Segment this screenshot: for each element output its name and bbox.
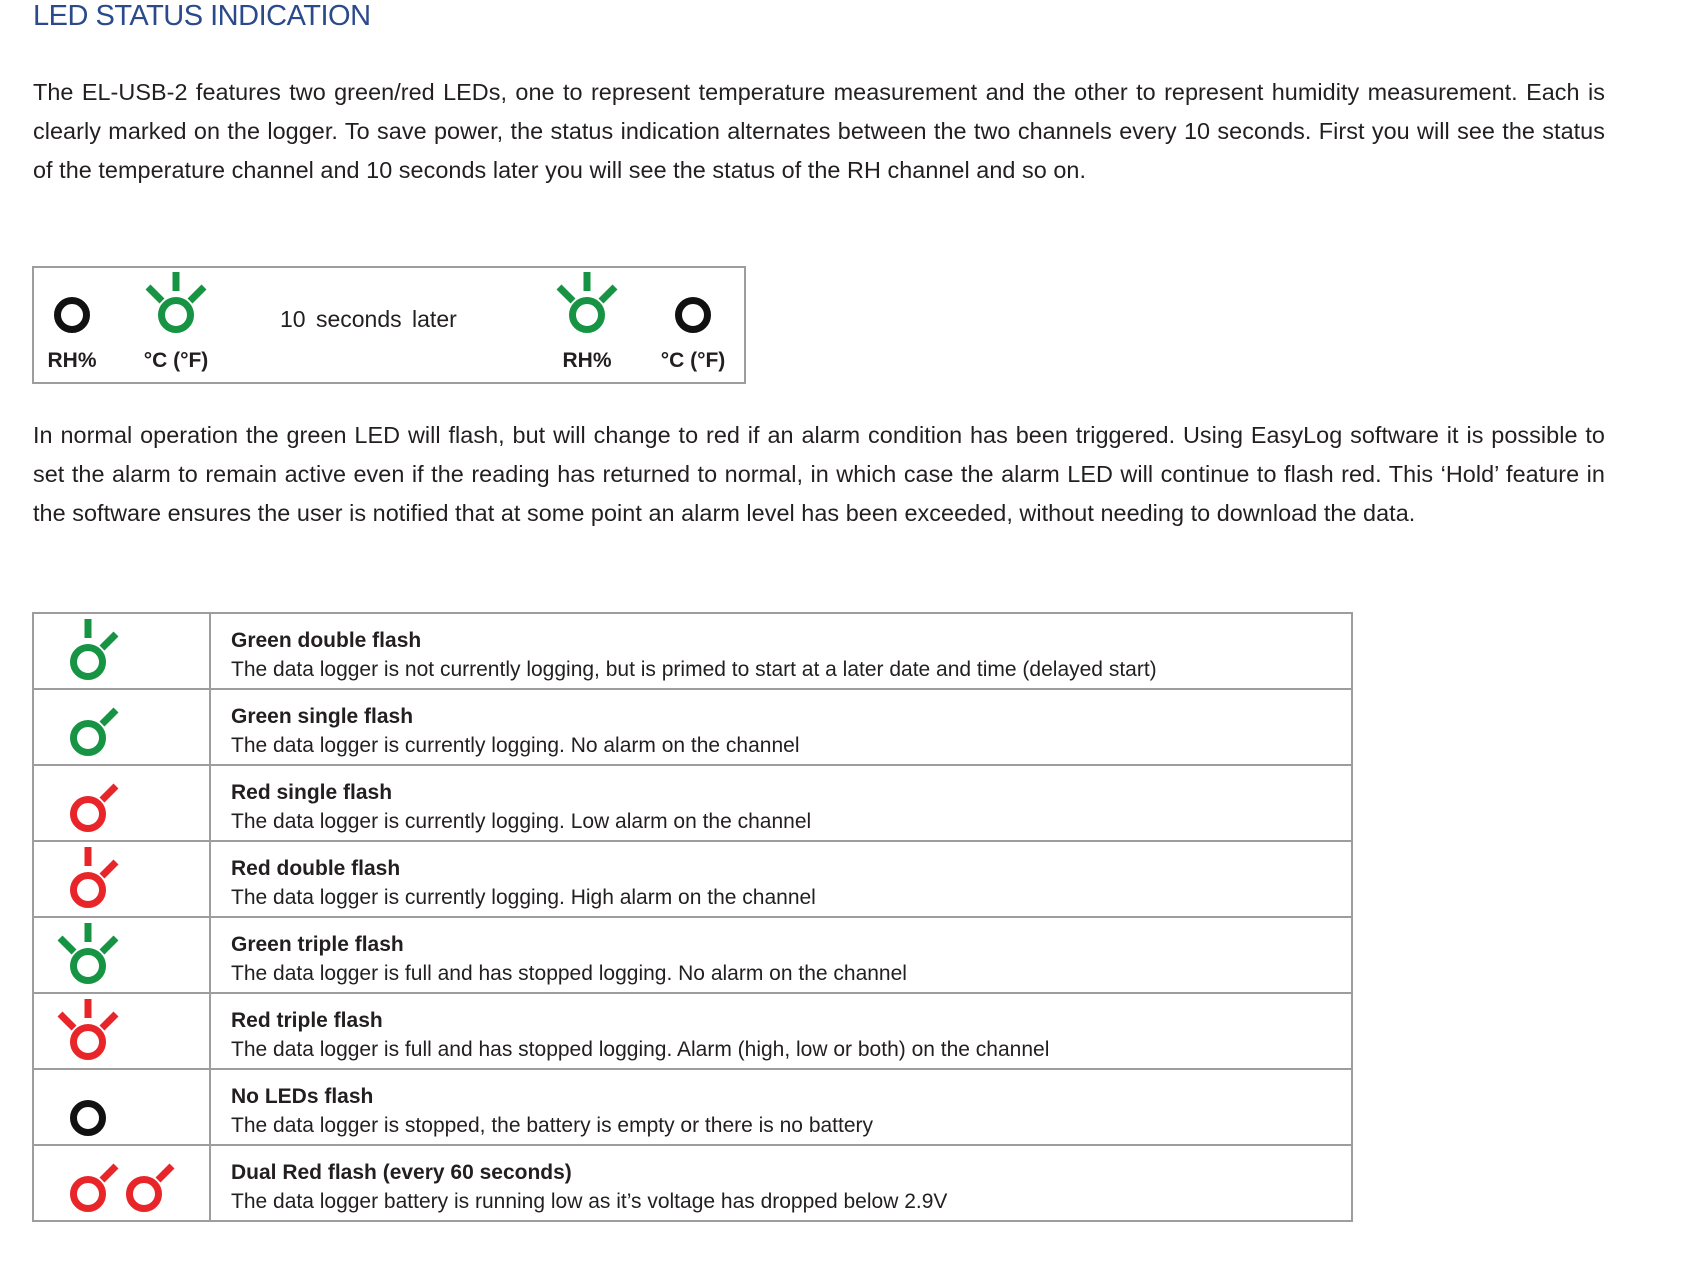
led-flash-icon bbox=[556, 272, 618, 333]
description-cell: Red single flash The data logger is curre… bbox=[209, 764, 1353, 842]
led-ray bbox=[99, 783, 119, 803]
led-off-icon bbox=[54, 297, 90, 333]
status-description: The data logger is not currently logging… bbox=[231, 658, 1157, 681]
led-alternation-diagram: RH% °C (°F) 10 seconds later RH% °C (°F) bbox=[32, 266, 746, 384]
status-title: Red triple flash bbox=[231, 1009, 383, 1032]
led-ray bbox=[145, 284, 165, 304]
red-double-flash-icon bbox=[70, 847, 119, 908]
led-label-temp: °C (°F) bbox=[143, 349, 209, 372]
status-description: The data logger is currently logging. Hi… bbox=[231, 886, 816, 909]
description-cell: No LEDs flash The data logger is stopped,… bbox=[209, 1068, 1353, 1146]
green-double-flash-icon bbox=[70, 619, 119, 680]
led-ray bbox=[99, 859, 119, 879]
table-row: Red triple flash The data logger is full … bbox=[32, 992, 1353, 1070]
green-triple-flash-icon bbox=[57, 923, 119, 984]
status-title: Red single flash bbox=[231, 781, 393, 804]
icon-cell bbox=[32, 1144, 211, 1222]
intro-paragraph: The EL-USB-2 features two green/red LEDs… bbox=[33, 79, 1605, 183]
icon-cell bbox=[32, 764, 211, 842]
status-description: The data logger is currently logging. Lo… bbox=[231, 810, 812, 833]
status-title: Green single flash bbox=[231, 705, 414, 728]
led-ray bbox=[99, 707, 119, 727]
led-ray bbox=[57, 935, 77, 955]
status-title: Red double flash bbox=[231, 857, 401, 880]
icon-cell bbox=[32, 1068, 211, 1146]
description-cell: Red double flash The data logger is curre… bbox=[209, 840, 1353, 918]
page-title: LED STATUS INDICATION bbox=[33, 0, 371, 32]
green-single-flash-icon bbox=[70, 707, 119, 756]
ten-seconds-later-text: 10 seconds later bbox=[280, 306, 457, 332]
red-double-flash-icon bbox=[70, 847, 119, 908]
led-off-icon bbox=[675, 297, 711, 333]
description-cell: Green double flash The data logger is not… bbox=[209, 612, 1353, 690]
operation-paragraph: In normal operation the green LED will f… bbox=[33, 422, 1605, 526]
table-row: Green double flash The data logger is not… bbox=[32, 612, 1353, 690]
status-title: Green double flash bbox=[231, 629, 422, 652]
table-row: No LEDs flash The data logger is stopped,… bbox=[32, 1068, 1353, 1146]
status-title: Green triple flash bbox=[231, 933, 404, 956]
green-double-flash-icon bbox=[70, 619, 119, 680]
icon-cell bbox=[32, 612, 211, 690]
led-ray bbox=[99, 935, 119, 955]
description-cell: Green single flash The data logger is cur… bbox=[209, 688, 1353, 766]
red-single-flash-icon bbox=[70, 783, 119, 832]
led-label-rh: RH% bbox=[47, 349, 97, 372]
status-description: The data logger is full and has stopped … bbox=[231, 962, 907, 985]
status-description: The data logger battery is running low a… bbox=[231, 1190, 948, 1213]
led-ray bbox=[598, 284, 618, 304]
dual-red-flash-icon bbox=[70, 1163, 119, 1212]
led-ray bbox=[155, 1163, 175, 1183]
led-ray bbox=[556, 284, 576, 304]
led-off-icon bbox=[70, 1100, 106, 1136]
description-cell: Green triple flash The data logger is ful… bbox=[209, 916, 1353, 994]
icon-cell bbox=[32, 992, 211, 1070]
led-label-temp: °C (°F) bbox=[660, 349, 726, 372]
icon-cell bbox=[32, 916, 211, 994]
table-row: Red double flash The data logger is curre… bbox=[32, 840, 1353, 918]
led-ray bbox=[187, 284, 207, 304]
led-label-rh: RH% bbox=[562, 349, 612, 372]
dual-red-flash-icon bbox=[126, 1163, 175, 1212]
description-cell: Red triple flash The data logger is full … bbox=[209, 992, 1353, 1070]
status-description: The data logger is stopped, the battery … bbox=[231, 1114, 874, 1137]
status-description: The data logger is full and has stopped … bbox=[231, 1038, 1050, 1061]
icon-cell bbox=[32, 840, 211, 918]
red-triple-flash-icon bbox=[57, 999, 119, 1060]
dual-red-flash-icon bbox=[70, 1163, 175, 1212]
green-triple-flash-icon bbox=[57, 923, 119, 984]
status-title: Dual Red flash (every 60 seconds) bbox=[231, 1161, 572, 1184]
green-single-flash-icon bbox=[70, 707, 119, 756]
icon-cell bbox=[32, 688, 211, 766]
red-triple-flash-icon bbox=[57, 999, 119, 1060]
table-row: Green triple flash The data logger is ful… bbox=[32, 916, 1353, 994]
led-ray bbox=[99, 1163, 119, 1183]
red-single-flash-icon bbox=[70, 783, 119, 832]
led-ray bbox=[99, 1011, 119, 1031]
description-cell: Dual Red flash (every 60 seconds) The dat… bbox=[209, 1144, 1353, 1222]
led-ray bbox=[57, 1011, 77, 1031]
table-row: Dual Red flash (every 60 seconds) The dat… bbox=[32, 1144, 1353, 1222]
table-row: Red single flash The data logger is curre… bbox=[32, 764, 1353, 842]
status-title: No LEDs flash bbox=[231, 1085, 374, 1108]
led-ray bbox=[99, 631, 119, 651]
led-status-table: Green double flash The data logger is not… bbox=[32, 612, 1353, 1222]
led-off-icon bbox=[70, 1100, 106, 1136]
status-description: The data logger is currently logging. No… bbox=[231, 734, 800, 757]
table-row: Green single flash The data logger is cur… bbox=[32, 688, 1353, 766]
led-flash-icon bbox=[145, 272, 207, 333]
